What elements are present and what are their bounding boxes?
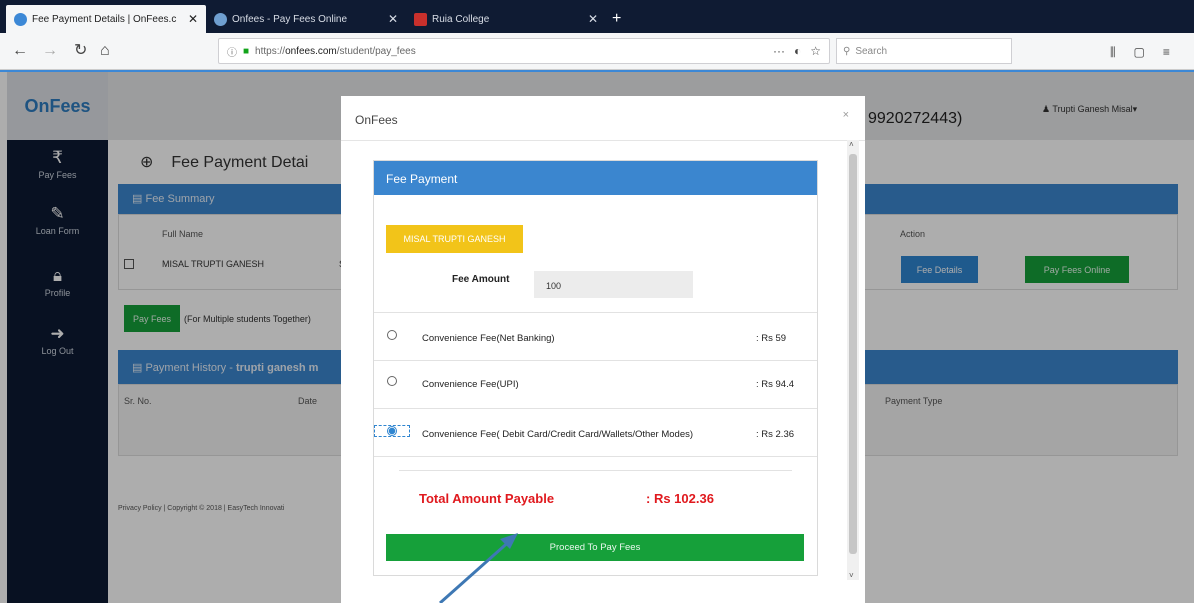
scroll-up-icon[interactable]: ˄ [849, 140, 854, 149]
radio-net-banking[interactable] [387, 330, 397, 340]
browser-nav-bar: ← → ↻ ⌂ ⓘ ■ https:// onfees.com /student… [0, 33, 1194, 70]
bookmark-star-icon[interactable]: ☆ [810, 44, 821, 58]
divider [374, 456, 817, 457]
url-bar[interactable]: ⓘ ■ https:// onfees.com /student/pay_fee… [218, 38, 830, 64]
back-icon[interactable]: ← [12, 41, 28, 61]
info-icon[interactable]: ⓘ [227, 44, 237, 59]
more-actions-icon[interactable]: ··· [773, 44, 785, 58]
total-amount-label: Total Amount Payable [419, 491, 555, 506]
search-icon: ⚲ [843, 45, 851, 57]
total-amount-value: : Rs 102.36 [646, 491, 714, 506]
home-icon[interactable]: ⌂ [100, 41, 110, 61]
fee-amount-label: Fee Amount [452, 274, 510, 285]
option-amount: : Rs 94.4 [756, 379, 795, 390]
close-icon[interactable]: × [843, 109, 849, 121]
browser-search-input[interactable]: ⚲ Search [836, 38, 1012, 64]
student-name-badge: MISAL TRUPTI GANESH [386, 225, 523, 253]
close-tab-icon[interactable]: ✕ [188, 12, 198, 26]
modal-divider [341, 140, 865, 141]
option-label: Convenience Fee(UPI) [422, 379, 519, 390]
pocket-icon[interactable]: ◐ [794, 44, 801, 58]
tab-fee-payment-details[interactable]: Fee Payment Details | OnFees.c ✕ [6, 5, 206, 33]
ruia-favicon-icon [414, 12, 427, 26]
tab-ruia-college[interactable]: Ruia College ✕ [406, 5, 606, 33]
lock-icon: ■ [243, 45, 250, 57]
forward-icon[interactable]: → [42, 41, 58, 61]
option-label: Convenience Fee( Debit Card/Credit Card/… [422, 429, 694, 440]
scrollbar-thumb[interactable] [849, 154, 857, 554]
radio-upi[interactable] [387, 376, 397, 386]
close-tab-icon[interactable]: ✕ [388, 12, 398, 26]
menu-icon[interactable]: ≡ [1163, 45, 1170, 60]
option-label: Convenience Fee(Net Banking) [422, 333, 555, 344]
url-prefix: https:// [255, 45, 286, 57]
scroll-down-icon[interactable]: ˅ [849, 571, 854, 580]
close-tab-icon[interactable]: ✕ [588, 12, 598, 26]
annotation-arrow-icon [439, 533, 518, 603]
divider [399, 470, 792, 471]
search-placeholder: Search [855, 45, 888, 57]
modal-title: OnFees [355, 113, 398, 127]
tab-title: Onfees - Pay Fees Online [232, 13, 348, 25]
onfees-favicon-icon [14, 12, 27, 26]
option-card-wallets[interactable]: Convenience Fee( Debit Card/Credit Card/… [374, 408, 817, 456]
tab-title: Fee Payment Details | OnFees.c [32, 13, 177, 25]
onfees-favicon-icon [214, 12, 227, 26]
url-path: /student/pay_fees [336, 45, 416, 57]
sidebar-toggle-icon[interactable]: ▢ [1134, 45, 1145, 60]
fee-payment-panel: Fee Payment MISAL TRUPTI GANESH Fee Amou… [373, 160, 818, 576]
reload-icon[interactable]: ↻ [74, 41, 87, 61]
fee-payment-heading: Fee Payment [374, 161, 817, 195]
new-tab-icon[interactable]: + [612, 5, 621, 33]
browser-tab-bar: Fee Payment Details | OnFees.c ✕ Onfees … [0, 0, 1194, 33]
option-net-banking[interactable]: Convenience Fee(Net Banking) : Rs 59 [374, 312, 817, 360]
option-upi[interactable]: Convenience Fee(UPI) : Rs 94.4 [374, 360, 817, 408]
library-icon[interactable]: ⫼ [1110, 45, 1116, 60]
tab-onfees-pay-fees-online[interactable]: Onfees - Pay Fees Online ✕ [206, 5, 406, 33]
url-domain: onfees.com [285, 45, 337, 57]
option-amount: : Rs 2.36 [756, 429, 795, 440]
fee-amount-field: 100 [534, 271, 693, 298]
option-amount: : Rs 59 [756, 333, 787, 344]
radio-card-wallets-selected[interactable] [387, 426, 397, 436]
tab-title: Ruia College [432, 13, 490, 25]
